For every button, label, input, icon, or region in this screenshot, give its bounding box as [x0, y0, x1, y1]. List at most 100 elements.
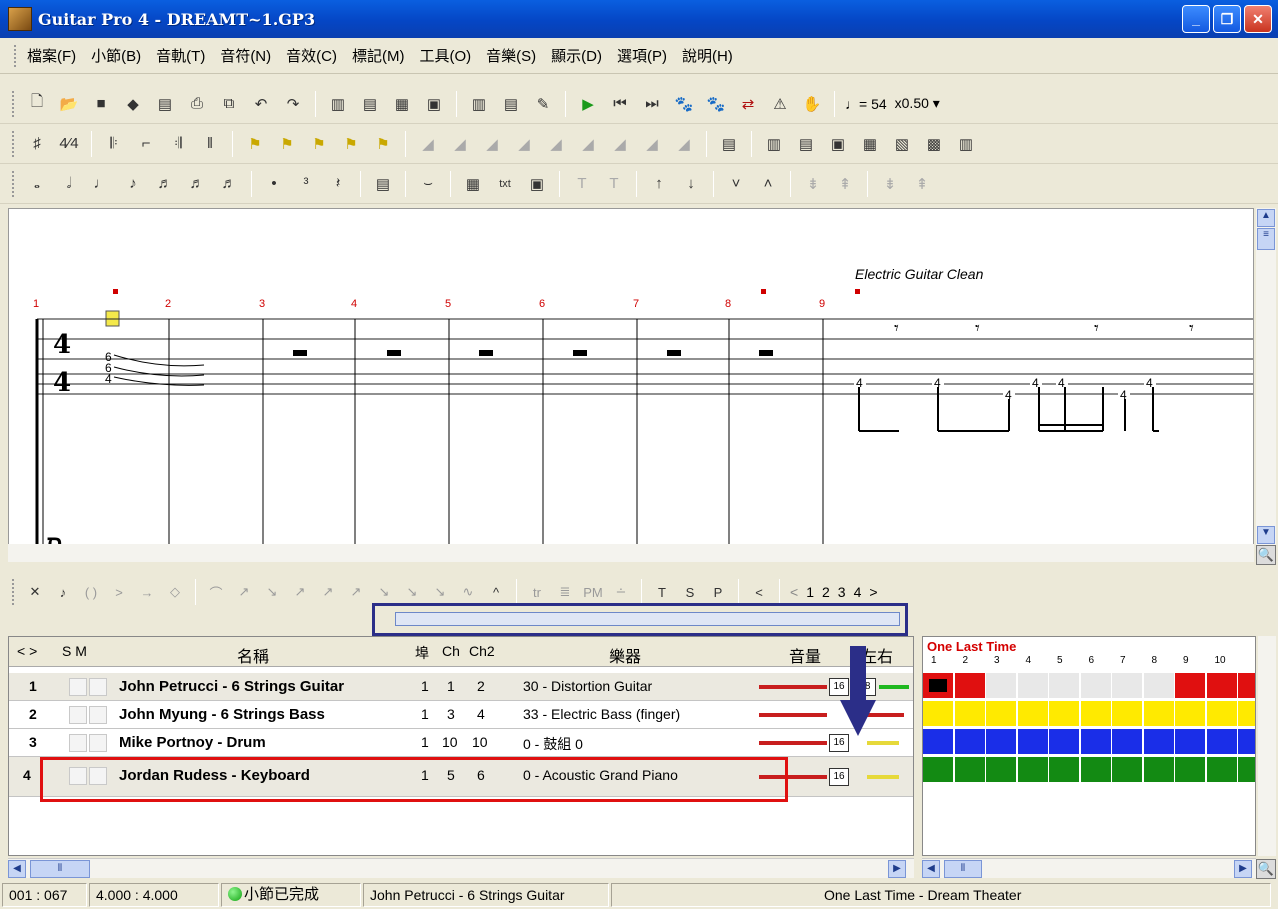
scroll-right-arrow[interactable]: ▶	[888, 860, 906, 878]
menu-effects[interactable]: 音效(C)	[286, 45, 337, 66]
move-up-icon[interactable]: ↑	[648, 173, 670, 195]
minimize-button[interactable]: _	[1182, 5, 1210, 33]
pattern-cell[interactable]	[954, 757, 986, 783]
track-channel[interactable]: 10	[442, 734, 458, 750]
track-name[interactable]: John Petrucci - 6 Strings Guitar	[119, 678, 344, 695]
track-list-horizontal-scrollbar[interactable]: ◀ ⦀ ▶	[8, 858, 914, 878]
print-preview-icon[interactable]: ⧉	[218, 93, 240, 115]
direction-icon[interactable]: ⚑	[340, 133, 362, 155]
piano-icon[interactable]: ▥	[955, 133, 977, 155]
pattern-cell[interactable]	[1238, 729, 1255, 755]
save-icon[interactable]: ■	[90, 93, 112, 115]
pattern-cell[interactable]	[986, 701, 1017, 727]
pattern-cell[interactable]	[1143, 673, 1175, 699]
mute-checkbox[interactable]	[89, 678, 107, 696]
pan-slider[interactable]	[867, 775, 899, 779]
pattern-cell[interactable]	[954, 701, 986, 727]
pattern-cell[interactable]	[1080, 673, 1112, 699]
score-horizontal-scrollbar[interactable]	[8, 544, 1254, 562]
page-layout-icon[interactable]: ▤	[795, 133, 817, 155]
menu-options[interactable]: 選項(P)	[617, 45, 667, 66]
pattern-cell[interactable]	[1175, 701, 1206, 727]
pattern-cell[interactable]	[1049, 757, 1080, 783]
track-instrument[interactable]: 30 - Distortion Guitar	[523, 678, 652, 694]
track-channel2[interactable]: 10	[472, 734, 488, 750]
track-instrument[interactable]: 0 - 鼓組 0	[523, 734, 583, 754]
dead-note-icon[interactable]: ✕	[24, 581, 46, 603]
sixteenth-note-icon[interactable]: ♬	[154, 173, 176, 195]
close-button[interactable]: ✕	[1244, 5, 1272, 33]
undo-icon[interactable]: ↶	[250, 93, 272, 115]
pattern-cell[interactable]	[954, 729, 986, 755]
restore-button[interactable]: ❐	[1213, 5, 1241, 33]
multitrack-icon[interactable]: ▥	[763, 133, 785, 155]
menu-help[interactable]: 說明(H)	[682, 45, 733, 66]
hat-icon[interactable]: ^	[485, 581, 507, 603]
page-prev[interactable]: <	[790, 584, 798, 600]
track-channel[interactable]: 1	[447, 678, 455, 694]
pattern-cell[interactable]	[1017, 757, 1049, 783]
section-icon[interactable]: ▣	[526, 173, 548, 195]
track-port[interactable]: 1	[421, 734, 429, 750]
pattern-cell[interactable]	[1112, 729, 1143, 755]
tapping-icon[interactable]: T	[651, 581, 673, 603]
repeat-open-icon[interactable]: 𝄆	[103, 133, 125, 155]
pattern-cell[interactable]	[954, 673, 986, 699]
quarter-note-icon[interactable]: ♩	[90, 173, 112, 195]
screen-layout-icon[interactable]: ▣	[827, 133, 849, 155]
solo-checkbox[interactable]	[69, 706, 87, 724]
pattern-cell[interactable]	[1049, 673, 1080, 699]
pattern-cell[interactable]	[1206, 729, 1238, 755]
pattern-cell[interactable]	[923, 673, 954, 699]
grace-note-icon[interactable]: ♪	[52, 581, 74, 603]
redo-icon[interactable]: ↷	[282, 93, 304, 115]
pattern-cell[interactable]	[1206, 701, 1238, 727]
less-icon[interactable]: <	[748, 581, 770, 603]
toolbar-grip[interactable]	[12, 130, 15, 157]
zoom-icon[interactable]: 🔍	[1256, 859, 1276, 879]
mute-checkbox[interactable]	[89, 734, 107, 752]
menu-tools[interactable]: 工具(O)	[419, 45, 471, 66]
pattern-cell[interactable]	[1080, 729, 1112, 755]
popping-icon[interactable]: P	[707, 581, 729, 603]
scroll-thumb[interactable]: ⦀	[944, 860, 982, 878]
track-channel2[interactable]: 2	[477, 678, 485, 694]
track-row[interactable]: 3 Mike Portnoy - Drum 1 10 10 0 - 鼓組 0 1…	[9, 729, 913, 757]
pattern-cell[interactable]	[1206, 673, 1238, 699]
tuner-icon[interactable]: ⚠	[769, 93, 791, 115]
whole-note-icon[interactable]: 𝅝	[26, 173, 48, 195]
mute-checkbox[interactable]	[89, 706, 107, 724]
pattern-cell[interactable]	[986, 729, 1017, 755]
pattern-cell[interactable]	[1080, 701, 1112, 727]
drum-icon[interactable]: ▩	[923, 133, 945, 155]
count-in-icon[interactable]: 🐾	[705, 93, 727, 115]
volume-value[interactable]: 16	[829, 768, 849, 786]
solo-checkbox[interactable]	[69, 734, 87, 752]
track-name[interactable]: John Myung - 6 Strings Bass	[119, 706, 325, 723]
menu-markers[interactable]: 標記(M)	[352, 45, 405, 66]
scroll-right-arrow[interactable]: ▶	[1234, 860, 1252, 878]
track-instrument[interactable]: 33 - Electric Bass (finger)	[523, 706, 680, 722]
dotted-note-icon[interactable]: •	[263, 173, 285, 195]
pattern-cell[interactable]	[1175, 673, 1206, 699]
scroll-down-arrow[interactable]: ▼	[1257, 526, 1275, 544]
solo-checkbox[interactable]	[69, 678, 87, 696]
track-row[interactable]: 1 John Petrucci - 6 Strings Guitar 1 1 2…	[9, 673, 913, 701]
pattern-cell[interactable]	[1238, 673, 1255, 699]
pattern-cell[interactable]	[1238, 701, 1255, 727]
add-track-icon[interactable]: ▥	[468, 93, 490, 115]
pan-slider[interactable]	[867, 741, 899, 745]
pattern-cell[interactable]	[1112, 673, 1143, 699]
guitar-pro-app-icon[interactable]	[8, 7, 32, 31]
thirty-second-note-icon[interactable]: ♬	[186, 173, 208, 195]
remove-track-icon[interactable]: ▤	[500, 93, 522, 115]
zoom-icon[interactable]: 🔍	[1256, 545, 1276, 565]
pattern-cell[interactable]	[1049, 701, 1080, 727]
pattern-vertical-scrollbar[interactable]	[1258, 636, 1276, 856]
page-2[interactable]: 2	[822, 584, 830, 600]
track-name[interactable]: Mike Portnoy - Drum	[119, 734, 266, 751]
pattern-cell[interactable]	[1080, 757, 1112, 783]
eighth-note-icon[interactable]: ♪	[122, 173, 144, 195]
direction-icon[interactable]: ⚑	[308, 133, 330, 155]
pattern-cell[interactable]	[1175, 729, 1206, 755]
